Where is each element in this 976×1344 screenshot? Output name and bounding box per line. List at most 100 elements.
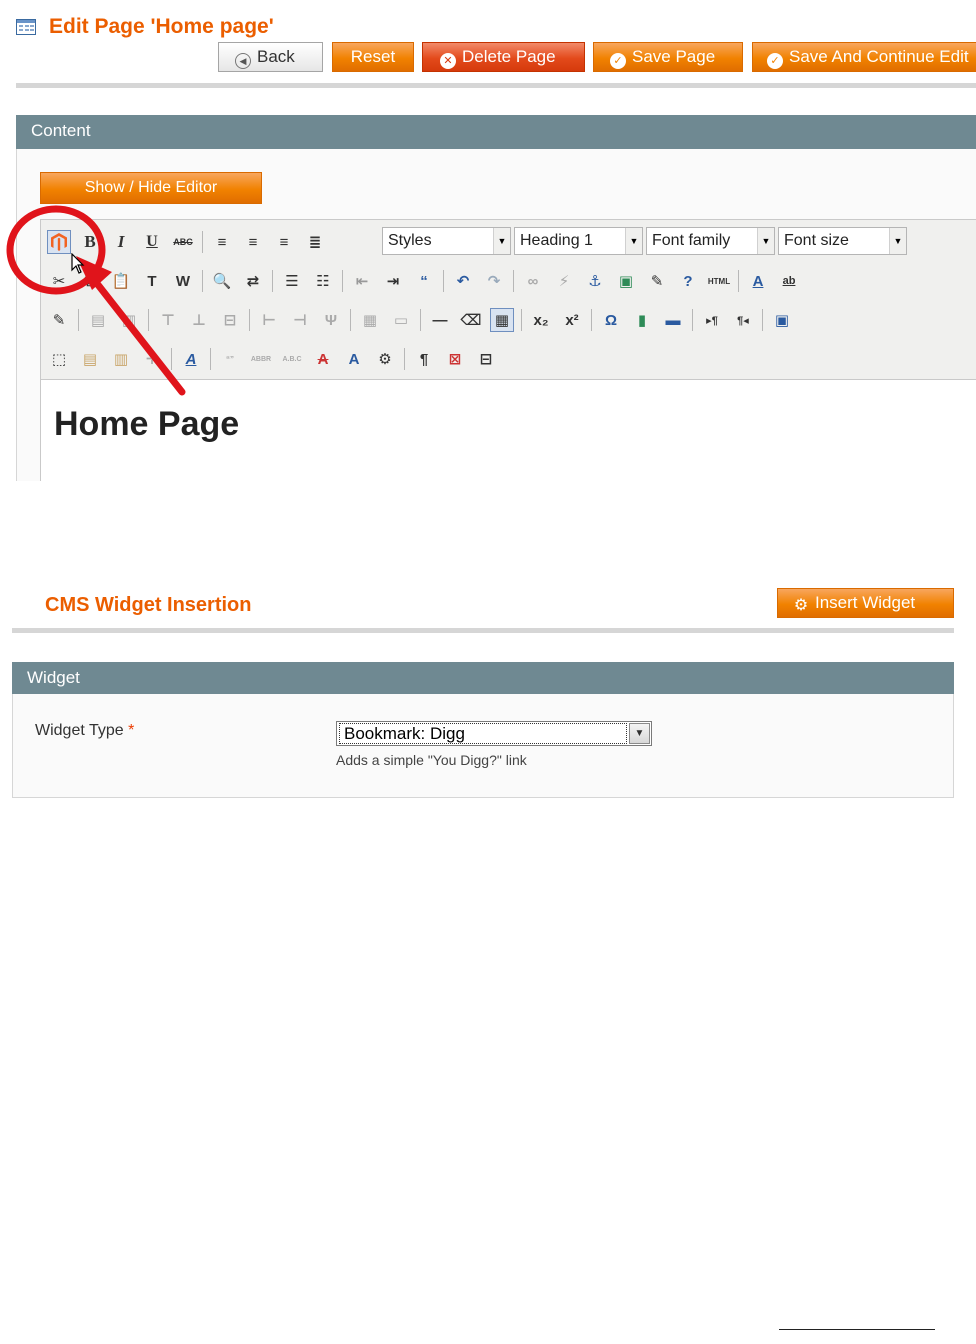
reset-button-label: Reset <box>350 47 396 66</box>
content-section-header: Content <box>16 115 976 149</box>
check-icon: ✓ <box>610 53 626 69</box>
annotation-arrow <box>84 268 186 396</box>
toolbar-separator <box>692 309 693 331</box>
format-select-value: Heading 1 <box>520 232 593 249</box>
media-icon[interactable]: ▮ <box>630 308 654 332</box>
fullscreen-icon[interactable]: ▣ <box>770 308 794 332</box>
toolbar-separator <box>521 309 522 331</box>
back-arrow-icon: ◀ <box>235 53 251 69</box>
page-title: Edit Page 'Home page' <box>49 15 274 38</box>
mouse-cursor-icon <box>71 253 85 274</box>
delete-col-icon[interactable]: Ψ <box>319 308 343 332</box>
toolbar-separator <box>513 270 514 292</box>
toolbar-separator <box>762 309 763 331</box>
special-char-icon[interactable]: Ω <box>599 308 623 332</box>
delete-page-button-label: Delete Page <box>462 47 556 66</box>
format-select[interactable]: Heading 1 ▼ <box>514 227 643 255</box>
check-icon: ✓ <box>767 53 783 69</box>
merge-cells-icon[interactable]: ▭ <box>389 308 413 332</box>
header-divider <box>16 83 976 88</box>
cleanup-icon[interactable]: ✎ <box>645 269 669 293</box>
remove-format-icon[interactable]: ⌫ <box>459 308 483 332</box>
blockquote-icon[interactable]: “ <box>412 269 436 293</box>
reset-button[interactable]: Reset <box>332 42 414 72</box>
help-icon[interactable]: ? <box>676 269 700 293</box>
acronym-icon[interactable]: A.B.C <box>280 347 304 371</box>
font-size-select[interactable]: Font size ▼ <box>778 227 907 255</box>
superscript-icon[interactable]: x² <box>560 308 584 332</box>
styles-select[interactable]: Styles ▼ <box>382 227 511 255</box>
outdent-icon[interactable]: ⇤ <box>350 269 374 293</box>
ins-icon[interactable]: A <box>342 347 366 371</box>
back-button-label: Back <box>257 47 295 66</box>
widget-type-note: Adds a simple "You Digg?" link <box>336 752 527 768</box>
unlink-icon[interactable]: ⚡ <box>552 269 576 293</box>
chevron-down-icon: ▼ <box>757 228 774 254</box>
save-continue-button-label: Save And Continue Edit <box>789 47 969 66</box>
html-source-icon[interactable]: HTML <box>707 269 731 293</box>
widget-section-title: Widget <box>27 668 80 687</box>
highlight-color-icon[interactable]: ab <box>777 269 801 293</box>
chevron-down-icon: ▼ <box>493 228 510 254</box>
rtl-icon[interactable]: ¶◂ <box>731 308 755 332</box>
save-page-button[interactable]: ✓ Save Page <box>593 42 743 72</box>
styles-select-value: Styles <box>388 232 432 249</box>
align-center-icon[interactable]: ≡ <box>241 230 265 254</box>
non-breaking-icon[interactable]: ⊠ <box>443 347 467 371</box>
horizontal-rule-icon[interactable]: — <box>428 308 452 332</box>
editor-heading: Home Page <box>54 405 240 443</box>
font-size-select-value: Font size <box>784 232 849 249</box>
chevron-down-icon: ▼ <box>889 228 906 254</box>
del-icon[interactable]: A <box>311 347 335 371</box>
page-grid-icon <box>16 19 36 35</box>
widget-section-header: Widget <box>12 662 954 694</box>
delete-x-icon: ✕ <box>440 53 456 69</box>
gear-icon: ⚙ <box>793 597 809 614</box>
widget-type-label: Widget Type * <box>35 722 134 740</box>
widget-divider <box>12 628 954 633</box>
insert-widget-button[interactable]: ⚙ Insert Widget <box>777 588 954 618</box>
abbr-icon[interactable]: ABBR <box>249 347 273 371</box>
anchor-icon[interactable]: ⚓ <box>583 269 607 293</box>
align-justify-icon[interactable]: ≣ <box>303 230 327 254</box>
attribs-icon[interactable]: ⚙ <box>373 347 397 371</box>
annotation-overlay <box>6 205 186 396</box>
widget-type-select[interactable]: Bookmark: Digg ▼ <box>336 721 652 746</box>
widget-type-value: Bookmark: Digg <box>339 723 627 744</box>
insert-col-after-icon[interactable]: ⊣ <box>288 308 312 332</box>
chevron-down-icon: ▼ <box>629 723 650 744</box>
toolbar-separator <box>272 270 273 292</box>
delete-row-icon[interactable]: ⊟ <box>218 308 242 332</box>
page-break-icon[interactable]: ⊟ <box>474 347 498 371</box>
toolbar-separator <box>591 309 592 331</box>
cite-icon[interactable]: “” <box>218 347 242 371</box>
ltr-icon[interactable]: ▸¶ <box>700 308 724 332</box>
indent-icon[interactable]: ⇥ <box>381 269 405 293</box>
subscript-icon[interactable]: x₂ <box>529 308 553 332</box>
toolbar-separator <box>420 309 421 331</box>
insert-col-before-icon[interactable]: ⊢ <box>257 308 281 332</box>
text-color-icon[interactable]: A <box>746 269 770 293</box>
required-marker: * <box>128 722 135 739</box>
show-blocks-icon[interactable]: ¶ <box>412 347 436 371</box>
bullet-list-icon[interactable]: ☰ <box>280 269 304 293</box>
numbered-list-icon[interactable]: ☷ <box>311 269 335 293</box>
replace-icon[interactable]: ⇄ <box>241 269 265 293</box>
save-continue-button[interactable]: ✓ Save And Continue Edit <box>752 42 976 72</box>
delete-page-button[interactable]: ✕ Delete Page <box>422 42 585 72</box>
toolbar-separator <box>350 309 351 331</box>
widget-type-label-text: Widget Type <box>35 722 124 739</box>
image-icon[interactable]: ▣ <box>614 269 638 293</box>
font-family-select[interactable]: Font family ▼ <box>646 227 775 255</box>
back-button[interactable]: ◀ Back <box>218 42 323 72</box>
undo-icon[interactable]: ↶ <box>451 269 475 293</box>
font-family-select-value: Font family <box>652 232 731 249</box>
advanced-hr-icon[interactable]: ▬ <box>661 308 685 332</box>
split-cells-icon[interactable]: ▦ <box>358 308 382 332</box>
redo-icon[interactable]: ↷ <box>482 269 506 293</box>
toolbar-separator <box>443 270 444 292</box>
link-icon[interactable]: ∞ <box>521 269 545 293</box>
toolbar-separator <box>404 348 405 370</box>
visual-aid-icon[interactable]: ▦ <box>490 308 514 332</box>
align-right-icon[interactable]: ≡ <box>272 230 296 254</box>
